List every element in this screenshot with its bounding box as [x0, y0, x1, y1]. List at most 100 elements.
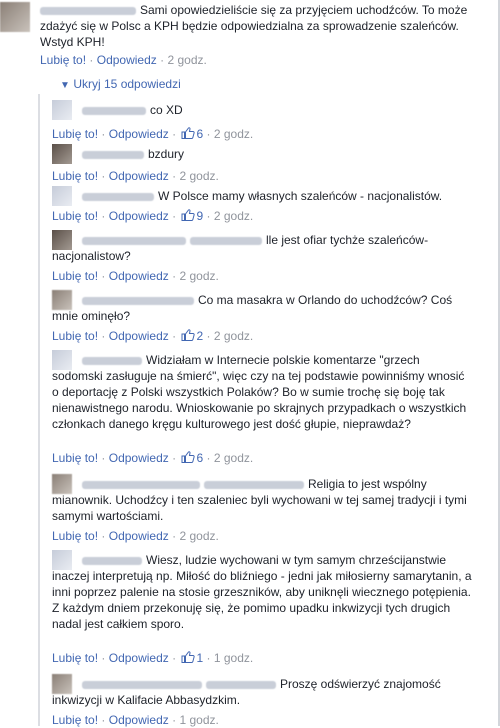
like-count[interactable]: 6: [196, 127, 203, 141]
reply-actions: Lubię to! · Odpowiedz · 9 · 2 godz.: [52, 208, 253, 224]
reply-body: W Polsce mamy własnych szaleńców - nacjo…: [52, 188, 472, 204]
thumbs-up-icon: [181, 209, 196, 221]
separator: ·: [172, 651, 177, 665]
like-link[interactable]: Lubię to!: [52, 329, 98, 343]
author-name-redacted[interactable]: [82, 480, 200, 489]
thumbs-up-icon: [181, 651, 196, 663]
separator: ·: [206, 127, 211, 141]
reply-text: co XD: [150, 103, 183, 117]
separator: ·: [172, 451, 177, 465]
like-count[interactable]: 6: [196, 451, 203, 465]
like-link[interactable]: Lubię to!: [52, 713, 98, 727]
separator: ·: [172, 529, 177, 543]
like-link[interactable]: Lubię to!: [52, 127, 98, 141]
separator: ·: [101, 713, 106, 727]
replies-thread: co XD Lubię to! · Odpowiedz · 6 · 2 godz…: [38, 94, 500, 727]
separator: ·: [172, 209, 177, 223]
timestamp[interactable]: 2 godz.: [179, 169, 218, 183]
mentioned-name-redacted[interactable]: [190, 236, 262, 245]
reply-actions: Lubię to! · Odpowiedz · 2 godz.: [52, 528, 219, 544]
separator: ·: [206, 451, 211, 465]
separator: ·: [206, 651, 211, 665]
separator: ·: [172, 169, 177, 183]
separator: ·: [206, 329, 211, 343]
reply-actions: Lubię to! · Odpowiedz · 2 godz.: [52, 268, 219, 284]
author-name-redacted[interactable]: [82, 150, 144, 159]
author-name-redacted[interactable]: [82, 192, 154, 201]
reply-link[interactable]: Odpowiedz: [109, 209, 169, 223]
thumbs-up-icon: [181, 451, 196, 463]
like-link[interactable]: Lubię to!: [52, 169, 98, 183]
separator: ·: [101, 269, 106, 283]
toggle-label: Ukryj 15 odpowiedzi: [73, 77, 181, 91]
hide-replies-toggle[interactable]: ▼ Ukryj 15 odpowiedzi: [60, 76, 181, 94]
reply-actions: Lubię to! · Odpowiedz · 1 · 1 godz.: [52, 650, 253, 666]
reply-body: Religia to jest wspólny mianownik. Uchod…: [52, 476, 472, 524]
reply-link[interactable]: Odpowiedz: [109, 651, 169, 665]
reply-link[interactable]: Odpowiedz: [109, 169, 169, 183]
like-count[interactable]: 1: [196, 651, 203, 665]
separator: ·: [101, 451, 106, 465]
reply-link[interactable]: Odpowiedz: [109, 127, 169, 141]
like-count[interactable]: 9: [196, 209, 203, 223]
chevron-down-icon: ▼: [60, 80, 70, 91]
separator: ·: [101, 127, 106, 141]
reply-text: W Polsce mamy własnych szaleńców - nacjo…: [158, 189, 443, 203]
separator: ·: [172, 127, 177, 141]
timestamp[interactable]: 2 godz.: [179, 529, 218, 543]
like-link[interactable]: Lubię to!: [52, 451, 98, 465]
reply-link[interactable]: Odpowiedz: [97, 53, 157, 67]
separator: ·: [101, 529, 106, 543]
reply-actions: Lubię to! · Odpowiedz · 2 · 2 godz.: [52, 328, 253, 344]
like-link[interactable]: Lubię to!: [52, 269, 98, 283]
timestamp[interactable]: 2 godz.: [214, 209, 253, 223]
reply-body: Wiesz, ludzie wychowani w tym samym chrz…: [52, 552, 472, 632]
separator: ·: [172, 269, 177, 283]
mentioned-name-redacted[interactable]: [206, 680, 276, 689]
separator: ·: [101, 169, 106, 183]
reply-actions: Lubię to! · Odpowiedz · 2 godz.: [52, 168, 219, 184]
timestamp[interactable]: 1 godz.: [214, 651, 253, 665]
reply-link[interactable]: Odpowiedz: [109, 329, 169, 343]
reply-body: Proszę odświerzyć znajomość inkwizycji w…: [52, 676, 472, 708]
author-name-redacted[interactable]: [82, 680, 202, 689]
separator: ·: [206, 209, 211, 223]
separator: ·: [89, 53, 94, 67]
reply-body: Co ma masakra w Orlando do uchodźców? Co…: [52, 292, 472, 324]
reply-actions: Lubię to! · Odpowiedz · 6 · 2 godz.: [52, 450, 253, 466]
like-link[interactable]: Lubię to!: [52, 529, 98, 543]
author-name-redacted[interactable]: [82, 106, 146, 115]
author-name-redacted[interactable]: [82, 356, 142, 365]
like-link[interactable]: Lubię to!: [52, 651, 98, 665]
timestamp[interactable]: 2 godz.: [214, 329, 253, 343]
timestamp[interactable]: 2 godz.: [167, 53, 206, 67]
separator: ·: [172, 329, 177, 343]
author-name-redacted[interactable]: [82, 296, 194, 305]
thumbs-up-icon: [181, 127, 196, 139]
reply-link[interactable]: Odpowiedz: [109, 451, 169, 465]
comment-body: Sami opowiedzieliście się za przyjęciem …: [40, 2, 490, 50]
like-link[interactable]: Lubię to!: [52, 209, 98, 223]
like-count[interactable]: 2: [196, 329, 203, 343]
timestamp[interactable]: 2 godz.: [214, 127, 253, 141]
mentioned-name-redacted[interactable]: [204, 480, 304, 489]
separator: ·: [101, 651, 106, 665]
reply-link[interactable]: Odpowiedz: [109, 269, 169, 283]
reply-body: bzdury: [52, 146, 472, 162]
avatar[interactable]: [0, 2, 30, 32]
separator: ·: [101, 329, 106, 343]
like-link[interactable]: Lubię to!: [40, 53, 86, 67]
thumbs-up-icon: [181, 329, 196, 341]
reply-body: lle jest ofiar tychże szaleńców-nacjonal…: [52, 232, 472, 264]
timestamp[interactable]: 1 godz.: [179, 713, 218, 727]
timestamp[interactable]: 2 godz.: [179, 269, 218, 283]
reply-actions: Lubię to! · Odpowiedz · 6 · 2 godz.: [52, 126, 253, 142]
author-name-redacted[interactable]: [82, 236, 186, 245]
author-name-redacted[interactable]: [82, 556, 142, 565]
reply-link[interactable]: Odpowiedz: [109, 529, 169, 543]
reply-body: Widziałam w Internecie polskie komentarz…: [52, 352, 472, 432]
timestamp[interactable]: 2 godz.: [214, 451, 253, 465]
reply-link[interactable]: Odpowiedz: [109, 713, 169, 727]
top-comment: Sami opowiedzieliście się za przyjęciem …: [0, 0, 500, 70]
author-name-redacted[interactable]: [40, 6, 136, 15]
